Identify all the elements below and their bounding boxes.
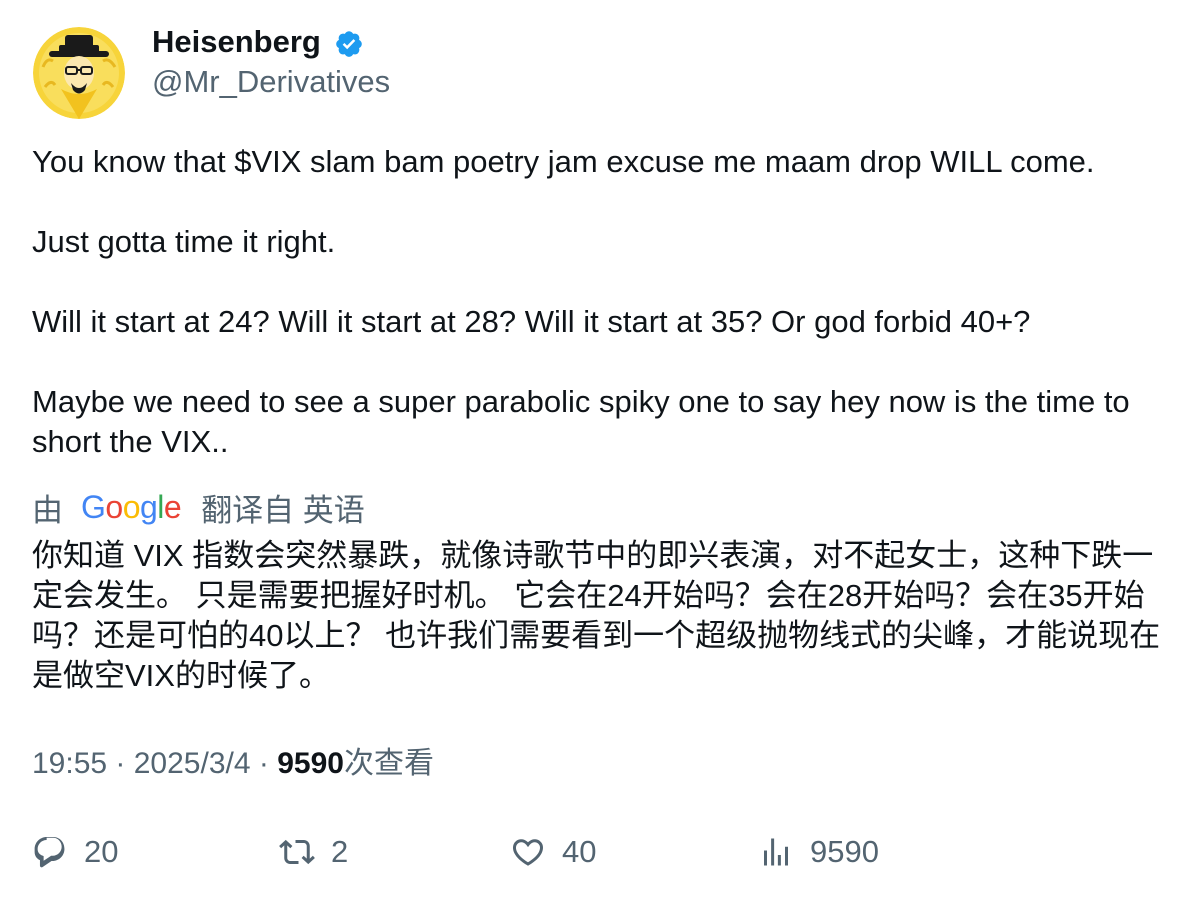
tweet-text: You know that $VIX slam bam poetry jam e… — [32, 142, 1167, 462]
tweet-timestamp[interactable]: 19:55 · 2025/3/4 · 9590次查看 — [32, 744, 434, 784]
like-button[interactable]: 40 — [510, 832, 596, 872]
author-handle[interactable]: @Mr_Derivatives — [152, 62, 390, 102]
google-letter: o — [105, 488, 123, 525]
google-letter: o — [122, 488, 141, 525]
separator: · — [250, 747, 278, 780]
reply-count: 20 — [84, 834, 119, 869]
tweet-time: 19:55 — [32, 747, 108, 780]
translated-text: 你知道 VIX 指数会突然暴跌，就像诗歌节中的即兴表演，对不起女士，这种下跌一定… — [32, 538, 1161, 693]
separator: · — [107, 747, 134, 780]
google-letter: l — [157, 488, 164, 525]
google-letter: g — [139, 488, 158, 525]
translation-prefix: 由 — [32, 492, 63, 528]
view-count: 9590 — [277, 747, 344, 780]
heart-icon — [512, 839, 544, 866]
translation-suffix: 翻译自 英语 — [201, 492, 365, 528]
reply-button[interactable]: 20 — [32, 832, 118, 872]
heisenberg-avatar-icon — [33, 27, 125, 119]
like-count: 40 — [562, 834, 597, 869]
retweet-button[interactable]: 2 — [279, 832, 348, 872]
translation-attribution[interactable]: 由 Google 翻译自 英语 — [32, 487, 365, 528]
google-logo: Google — [81, 488, 182, 526]
google-letter: G — [81, 488, 106, 525]
views-button[interactable]: 9590 — [758, 832, 879, 872]
tweet-paragraph: Will it start at 24? Will it start at 28… — [32, 304, 1031, 339]
retweet-count: 2 — [331, 834, 349, 869]
retweet-icon — [279, 839, 315, 865]
tweet-paragraph: Maybe we need to see a super parabolic s… — [32, 384, 1130, 459]
avatar[interactable] — [33, 27, 125, 119]
author-display-name[interactable]: Heisenberg — [152, 22, 321, 62]
analytics-icon — [764, 838, 788, 866]
tweet-date: 2025/3/4 — [133, 747, 251, 780]
tweet-paragraph: Just gotta time it right. — [32, 224, 336, 259]
views-count: 9590 — [810, 834, 879, 869]
verified-badge-icon — [336, 31, 362, 57]
tweet-paragraph: You know that $VIX slam bam poetry jam e… — [32, 144, 1095, 179]
google-letter: e — [163, 488, 182, 525]
reply-icon — [34, 837, 65, 868]
view-count-suffix: 次查看 — [343, 747, 434, 780]
